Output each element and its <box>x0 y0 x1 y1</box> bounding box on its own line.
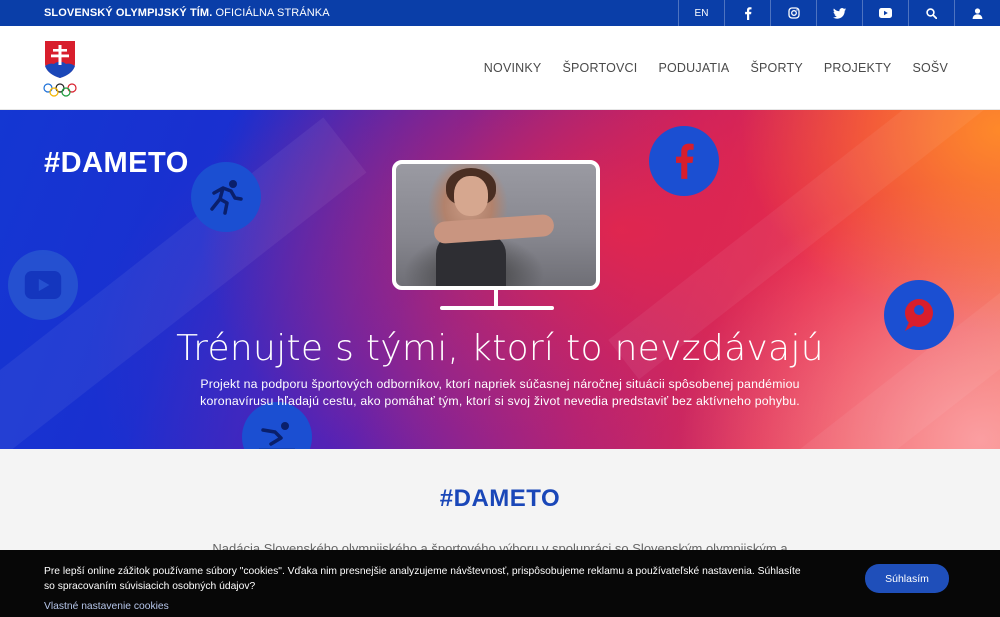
nav-item-podujatia[interactable]: PODUJATIA <box>658 61 729 75</box>
facebook-icon[interactable] <box>724 0 770 26</box>
search-icon[interactable] <box>908 0 954 26</box>
athlete-face <box>454 176 488 216</box>
main-nav: NOVINKY ŠPORTOVCI PODUJATIA ŠPORTY PROJE… <box>484 26 948 110</box>
swimming-icon <box>242 402 312 449</box>
hero-banner: #DAMETO Trénujte s tými, ktorí to nevzdá… <box>0 110 1000 449</box>
athlete-arms <box>433 213 555 245</box>
running-icon <box>191 162 261 232</box>
section-heading: #DAMETO <box>439 485 561 512</box>
nav-item-sporty[interactable]: ŠPORTY <box>750 61 802 75</box>
top-bar: SLOVENSKÝ OLYMPIJSKÝ TÍM. OFICIÁLNA STRÁ… <box>0 0 1000 26</box>
language-switch[interactable]: EN <box>678 0 724 26</box>
monitor-stand <box>494 290 498 307</box>
youtube-icon <box>8 250 78 320</box>
cookie-message: Pre lepší online zážitok používame súbor… <box>44 566 801 592</box>
site-title: SLOVENSKÝ OLYMPIJSKÝ TÍM. OFICIÁLNA STRÁ… <box>44 0 330 26</box>
youtube-icon[interactable] <box>862 0 908 26</box>
olympic-team-logo[interactable] <box>42 40 78 100</box>
hero-tag: #DAMETO <box>44 147 189 179</box>
twitter-icon[interactable] <box>816 0 862 26</box>
cookie-agree-button[interactable]: Súhlasím <box>865 564 949 593</box>
facebook-icon <box>649 126 719 196</box>
nav-item-novinky[interactable]: NOVINKY <box>484 61 542 75</box>
nav-item-sosv[interactable]: SOŠV <box>912 61 948 75</box>
monitor-base <box>440 306 554 310</box>
instagram-icon[interactable] <box>770 0 816 26</box>
hero-description: Projekt na podporu športových odborníkov… <box>200 377 800 408</box>
cookie-settings-link[interactable]: Vlastné nastavenie cookies <box>44 601 169 612</box>
cookie-banner: Pre lepší online zážitok používame súbor… <box>0 550 1000 617</box>
site-title-bold: SLOVENSKÝ OLYMPIJSKÝ TÍM. <box>44 7 213 19</box>
site-title-sub: OFICIÁLNA STRÁNKA <box>215 7 330 19</box>
header: NOVINKY ŠPORTOVCI PODUJATIA ŠPORTY PROJE… <box>0 26 1000 110</box>
nav-item-projekty[interactable]: PROJEKTY <box>824 61 892 75</box>
nav-item-sportovci[interactable]: ŠPORTOVCI <box>562 61 637 75</box>
user-icon[interactable] <box>954 0 1000 26</box>
hero-title: Trénujte s tými, ktorí to nevzdávajú <box>176 328 824 369</box>
top-actions: EN <box>678 0 1000 26</box>
video-thumbnail[interactable] <box>392 160 600 290</box>
